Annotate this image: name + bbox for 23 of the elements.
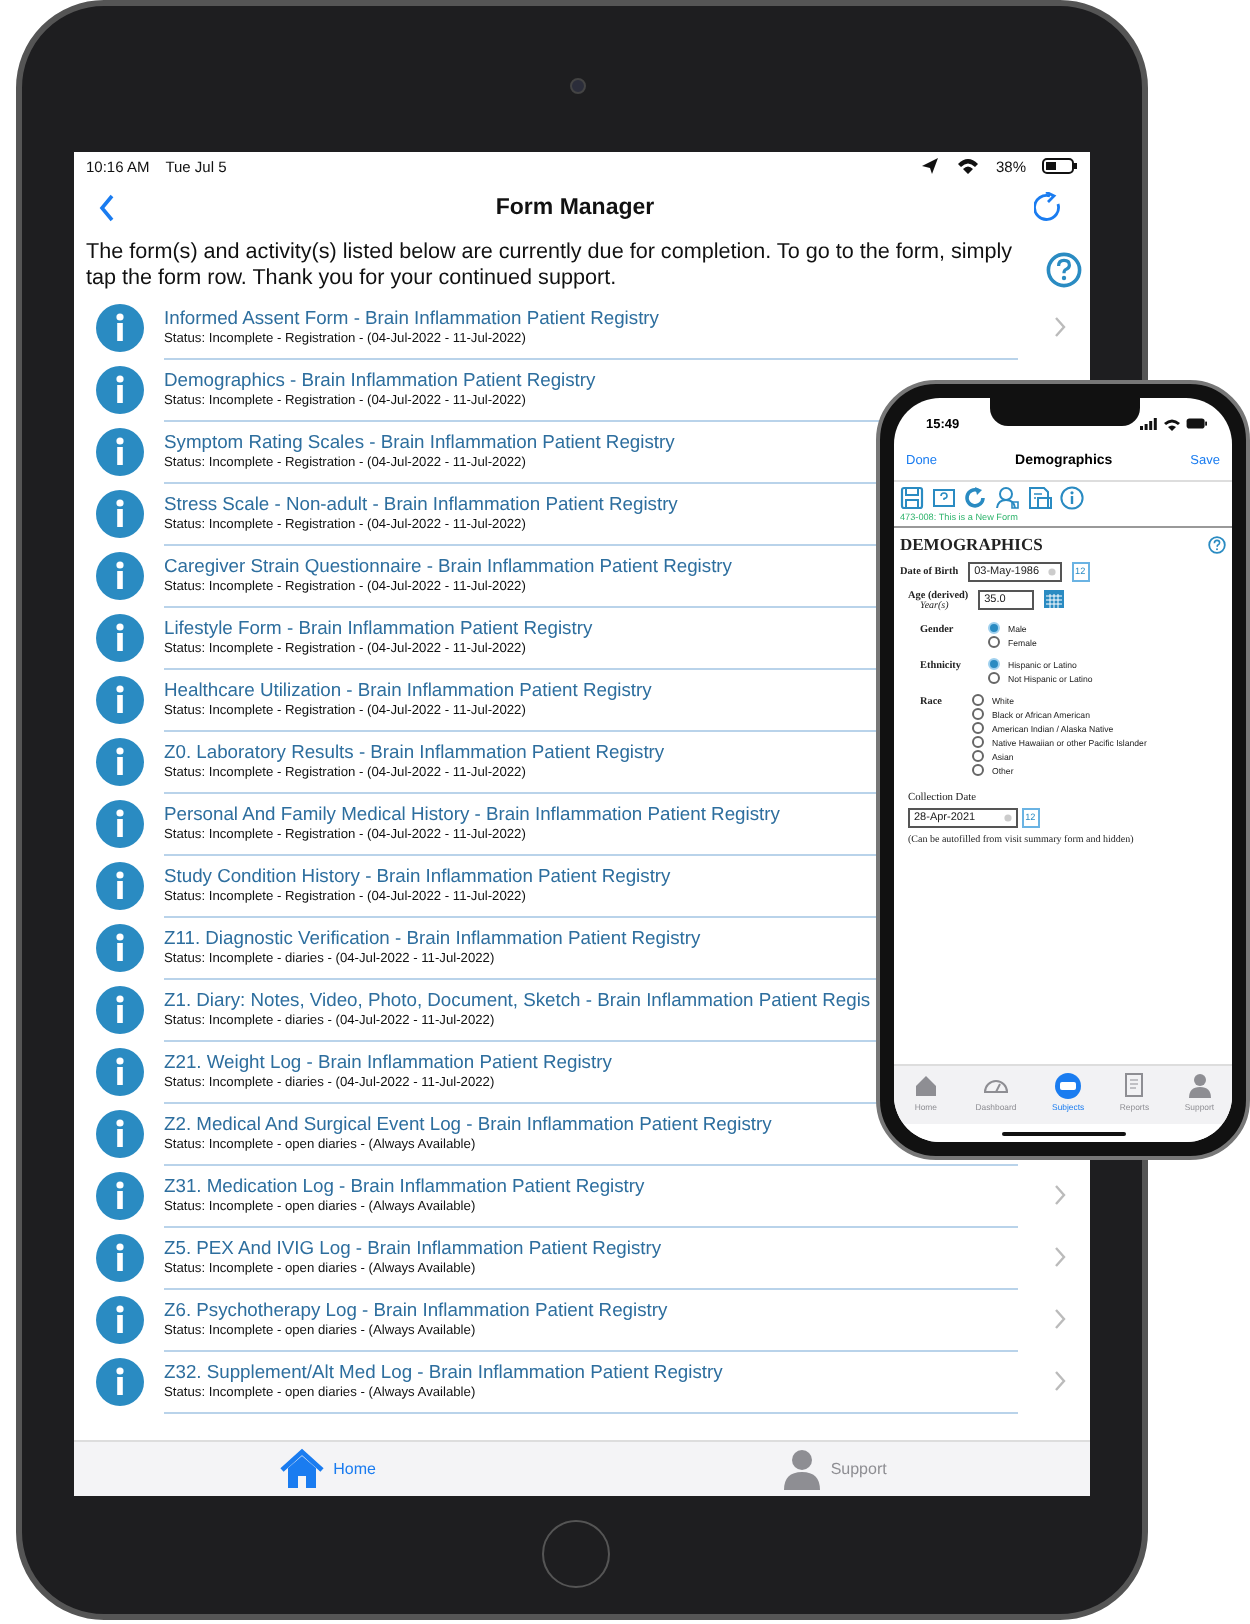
- form-title[interactable]: Study Condition History - Brain Inflammation Patient Registry: [164, 864, 671, 886]
- form-title[interactable]: Z6. Psychotherapy Log - Brain Inflammation Patient Registry: [164, 1298, 668, 1320]
- form-title[interactable]: Z2. Medical And Surgical Event Log - Brain Inflammation Patient Registry: [164, 1112, 772, 1134]
- tab-bar-item[interactable]: Support: [782, 1448, 887, 1490]
- form-title[interactable]: Z11. Diagnostic Verification - Brain Inflammation Patient Registry: [164, 926, 701, 948]
- form-title[interactable]: Informed Assent Form - Brain Inflammation Patient Registry: [164, 306, 659, 328]
- form-title[interactable]: Caregiver Strain Questionnaire - Brain Inflammation Patient Registry: [164, 554, 732, 576]
- form-title[interactable]: Personal And Family Medical History - Brain Inflammation Patient Registry: [164, 802, 780, 824]
- screen-title: Form Manager: [493, 196, 657, 220]
- form-title[interactable]: Z5. PEX And IVIG Log - Brain Inflammation Patient Registry: [164, 1236, 662, 1258]
- form-title[interactable]: Healthcare Utilization - Brain Inflammation Patient Registry: [164, 678, 652, 700]
- form-title[interactable]: Z0. Laboratory Results - Brain Inflammation Patient Registry: [164, 740, 665, 762]
- form-title[interactable]: Demographics - Brain Inflammation Patient Registry: [164, 368, 596, 390]
- form-title[interactable]: Symptom Rating Scales - Brain Inflammation Patient Registry: [164, 430, 675, 452]
- form-title[interactable]: Z31. Medication Log - Brain Inflammation Patient Registry: [164, 1174, 645, 1196]
- tab-bar-item[interactable]: Home: [277, 1448, 376, 1490]
- form-title[interactable]: Stress Scale - Non-adult - Brain Inflammation Patient Registry: [164, 492, 678, 514]
- form-title[interactable]: Z1. Diary: Notes, Video, Photo, Document, Sketch - Brain Inflammation Patient Regis: [164, 988, 871, 1010]
- form-title[interactable]: Z32. Supplement/Alt Med Log - Brain Inflammation Patient Registry: [164, 1360, 723, 1382]
- form-heading: DEMOGRAPHICS: [900, 534, 1043, 554]
- form-title[interactable]: Lifestyle Form - Brain Inflammation Patient Registry: [164, 616, 593, 638]
- intro-text: The form(s) and activity(s) listed below are currently due for completion. To go to the form, simply tap the form row. Thank you for your continued support.: [86, 240, 1015, 292]
- form-title[interactable]: Z21. Weight Log - Brain Inflammation Patient Registry: [164, 1050, 612, 1072]
